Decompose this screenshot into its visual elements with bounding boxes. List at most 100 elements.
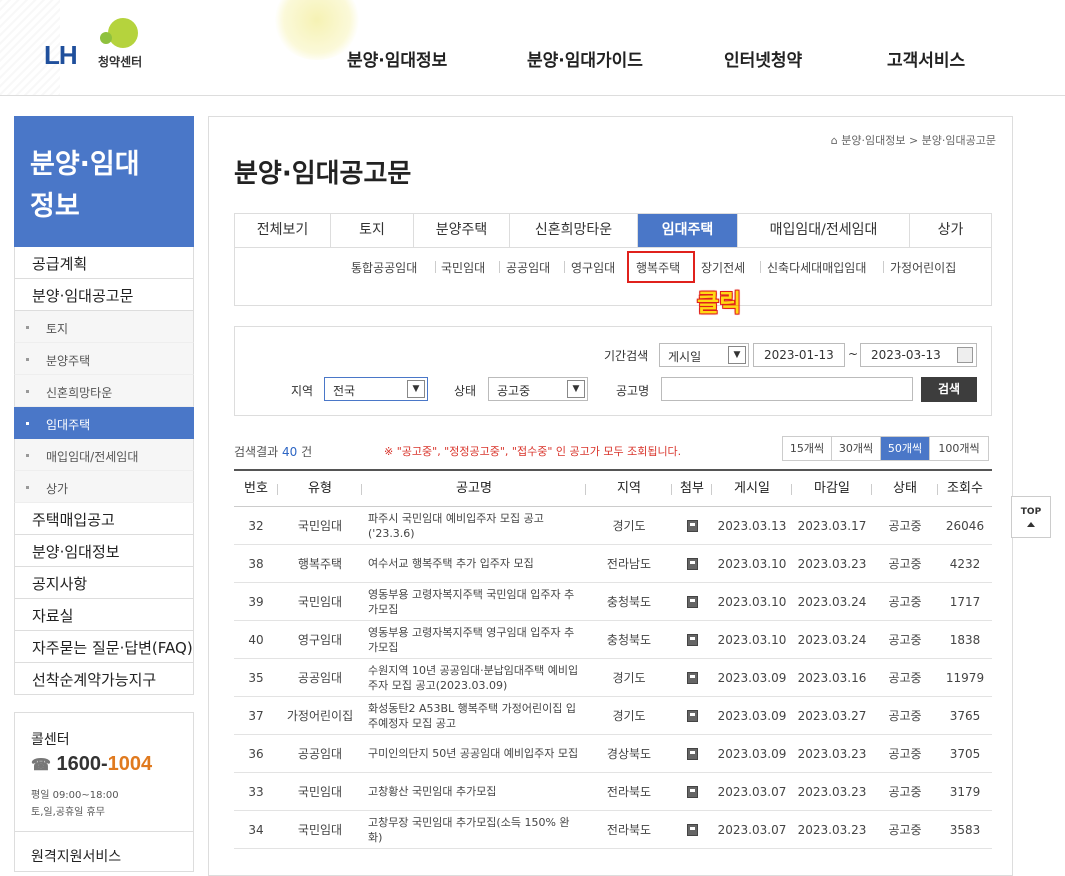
gnb-item-service[interactable]: 고객서비스 — [887, 46, 965, 71]
sidebar-item-notices[interactable]: 분양·임대공고문 — [14, 279, 194, 311]
table-row[interactable]: 36 공공임대 구미인의단지 50년 공공임대 예비입주자 모집 경상북도 2023.0… — [234, 735, 992, 773]
tab-land[interactable]: 토지 — [331, 214, 414, 247]
subtab-public[interactable]: 공공임대 — [506, 259, 550, 276]
subtab-long-term-jeonse[interactable]: 장기전세 — [701, 259, 745, 276]
sidebar-item-announcements[interactable]: 공지사항 — [14, 567, 194, 599]
page-size-30[interactable]: 30개씩 — [832, 437, 881, 460]
sidebar-sub-land[interactable]: 토지 — [14, 311, 194, 343]
gnb-item-info[interactable]: 분양·임대정보 — [347, 46, 447, 71]
date-to-input[interactable]: 2023-03-13 — [860, 343, 977, 367]
file-icon[interactable] — [686, 633, 698, 646]
cell-attach[interactable] — [672, 507, 712, 544]
sidebar-sub-sale[interactable]: 분양주택 — [14, 343, 194, 375]
title-search-input[interactable] — [661, 377, 913, 401]
sidebar-item-faq[interactable]: 자주묻는 질문·답변(FAQ) — [14, 631, 194, 663]
cell-attach[interactable] — [672, 583, 712, 620]
file-icon[interactable] — [686, 557, 698, 570]
cell-no: 34 — [248, 822, 264, 837]
cell-title[interactable]: 수원지역 10년 공공임대·분납임대주택 예비입주자 모집 공고(2023.03… — [362, 659, 586, 696]
cell-title[interactable]: 화성동탄2 A53BL 행복주택 가정어린이집 입주예정자 모집 공고 — [362, 697, 586, 734]
region-select[interactable]: 전국 ▼ — [324, 377, 428, 401]
tab-purchase-rental[interactable]: 매입임대/전세임대 — [738, 214, 910, 247]
cell-posted: 2023.03.10 — [717, 594, 787, 609]
lh-logo[interactable]: LH 청약센터 — [44, 18, 164, 74]
file-icon[interactable] — [686, 823, 698, 836]
cell-title[interactable]: 고창황산 국민임대 추가모집 — [362, 773, 586, 810]
sidebar-sub-commercial[interactable]: 상가 — [14, 471, 194, 503]
cell-attach[interactable] — [672, 811, 712, 848]
cell-title[interactable]: 구미인의단지 50년 공공임대 예비입주자 모집 — [362, 735, 586, 772]
calendar-icon[interactable] — [957, 347, 973, 363]
table-row[interactable]: 32 국민임대 파주시 국민임대 예비입주자 모집 공고('23.3.6) 경기도 20… — [234, 507, 992, 545]
subtab-happy-house[interactable]: 행복주택 — [636, 259, 680, 276]
scroll-top-button[interactable]: TOP — [1011, 496, 1051, 538]
chevron-down-icon: ▼ — [567, 380, 585, 398]
call-center-box: 콜센터 ☎ 1600-1004 평일 09:00~18:00 토,일,공휴일 휴… — [14, 712, 194, 872]
page-size-15[interactable]: 15개씩 — [783, 437, 832, 460]
tab-sale[interactable]: 분양주택 — [414, 214, 510, 247]
table-row[interactable]: 33 국민임대 고창황산 국민임대 추가모집 전라북도 2023.03.07 2023.0… — [234, 773, 992, 811]
sidebar-sub-purchase-rental[interactable]: 매입임대/전세임대 — [14, 439, 194, 471]
home-icon[interactable]: ⌂ — [831, 134, 838, 147]
file-icon[interactable] — [686, 595, 698, 608]
table-row[interactable]: 37 가정어린이집 화성동탄2 A53BL 행복주택 가정어린이집 입주예정자 모집… — [234, 697, 992, 735]
file-icon[interactable] — [686, 519, 698, 532]
cell-attach[interactable] — [672, 659, 712, 696]
sidebar-sub-newlywed[interactable]: 신혼희망타운 — [14, 375, 194, 407]
table-row[interactable]: 35 공공임대 수원지역 10년 공공임대·분납임대주택 예비입주자 모집 공고(2… — [234, 659, 992, 697]
file-icon[interactable] — [686, 785, 698, 798]
cell-attach[interactable] — [672, 545, 712, 582]
cell-title[interactable]: 파주시 국민임대 예비입주자 모집 공고('23.3.6) — [362, 507, 586, 544]
breadcrumb: ⌂ 분양·임대정보 > 분양·임대공고문 — [831, 132, 996, 148]
tab-all[interactable]: 전체보기 — [235, 214, 331, 247]
period-type-select[interactable]: 게시일 ▼ — [659, 343, 749, 367]
cell-attach[interactable] — [672, 621, 712, 658]
page-size-50[interactable]: 50개씩 — [881, 437, 930, 460]
sidebar-item-house-purchase[interactable]: 주택매입공고 — [14, 503, 194, 535]
gnb-item-guide[interactable]: 분양·임대가이드 — [527, 46, 643, 71]
sidebar-sub-rental[interactable]: 임대주택 — [14, 407, 194, 439]
cell-type: 행복주택 — [297, 557, 343, 571]
date-from-input[interactable]: 2023-01-13 — [753, 343, 845, 367]
subtab-national[interactable]: 국민임대 — [441, 259, 485, 276]
table-row[interactable]: 39 국민임대 영동부용 고령자복지주택 국민임대 입주자 추가모집 충청북도 2023… — [234, 583, 992, 621]
sidebar-item-info[interactable]: 분양·임대정보 — [14, 535, 194, 567]
cell-no: 39 — [248, 594, 264, 609]
status-select[interactable]: 공고중 ▼ — [488, 377, 588, 401]
cell-attach[interactable] — [672, 697, 712, 734]
tab-newlywed[interactable]: 신혼희망타운 — [510, 214, 638, 247]
subtab-new-multi[interactable]: 신축다세대매입임대 — [767, 259, 866, 276]
gnb-item-apply[interactable]: 인터넷청약 — [724, 46, 802, 71]
subtab-permanent[interactable]: 영구임대 — [571, 259, 615, 276]
table-row[interactable]: 40 영구임대 영동부용 고령자복지주택 영구임대 입주자 추가모집 충청북도 2023… — [234, 621, 992, 659]
table-row[interactable]: 34 국민임대 고창무장 국민임대 추가모집(소득 150% 완화) 전라북도 2023… — [234, 811, 992, 849]
cell-due: 2023.03.23 — [797, 784, 867, 799]
logo-dot-icon — [100, 32, 112, 44]
cell-no: 33 — [248, 784, 264, 799]
sidebar-item-supply-plan[interactable]: 공급계획 — [14, 247, 194, 279]
table-header: 번호 유형 공고명 지역 첨부 게시일 마감일 상태 조회수 — [234, 471, 992, 507]
subtab-integrated[interactable]: 통합공공임대 — [351, 259, 417, 276]
cell-title[interactable]: 여수서교 행복주택 추가 입주자 모집 — [362, 545, 586, 582]
cell-status: 공고중 — [888, 709, 922, 723]
tab-rental[interactable]: 임대주택 — [638, 214, 738, 247]
cell-attach[interactable] — [672, 735, 712, 772]
file-icon[interactable] — [686, 671, 698, 684]
subtab-daycare[interactable]: 가정어린이집 — [890, 259, 956, 276]
tab-commercial[interactable]: 상가 — [910, 214, 991, 247]
table-row[interactable]: 38 행복주택 여수서교 행복주택 추가 입주자 모집 전라남도 2023.03.10 2… — [234, 545, 992, 583]
file-icon[interactable] — [686, 709, 698, 722]
cell-title[interactable]: 영동부용 고령자복지주택 국민임대 입주자 추가모집 — [362, 583, 586, 620]
cell-title[interactable]: 영동부용 고령자복지주택 영구임대 입주자 추가모집 — [362, 621, 586, 658]
file-icon[interactable] — [686, 747, 698, 760]
cell-attach[interactable] — [672, 773, 712, 810]
sidebar-item-first-come[interactable]: 선착순계약가능지구 — [14, 663, 194, 695]
sidebar-item-archive[interactable]: 자료실 — [14, 599, 194, 631]
search-button[interactable]: 검색 — [921, 377, 977, 402]
cell-title[interactable]: 고창무장 국민임대 추가모집(소득 150% 완화) — [362, 811, 586, 848]
col-posted: 게시일 — [712, 471, 792, 506]
remote-support-link[interactable]: 원격지원서비스 — [15, 831, 193, 866]
cell-type: 국민임대 — [297, 785, 343, 799]
page-size-100[interactable]: 100개씩 — [930, 437, 988, 460]
cell-status: 공고중 — [888, 785, 922, 799]
